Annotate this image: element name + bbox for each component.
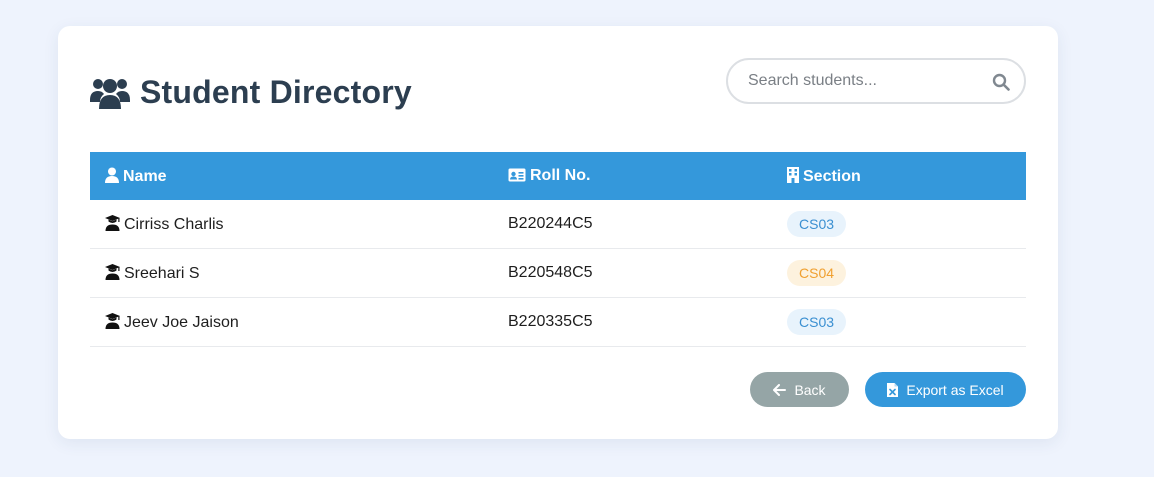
search-icon[interactable] — [992, 73, 1010, 91]
back-button[interactable]: Back — [750, 372, 849, 407]
export-excel-button[interactable]: Export as Excel — [865, 372, 1026, 407]
title-row: Student Directory — [90, 74, 412, 111]
column-header-roll-label: Roll No. — [530, 167, 591, 184]
students-table: Name Roll No. Section Cirriss Charlis B2… — [90, 152, 1026, 347]
column-header-section-label: Section — [803, 167, 861, 185]
back-button-label: Back — [794, 381, 826, 398]
user-icon — [105, 167, 119, 183]
graduate-icon — [105, 214, 120, 231]
roll-number-cell: B220335C5 — [493, 297, 772, 347]
student-name-cell: Sreehari S — [90, 248, 493, 298]
student-name: Cirriss Charlis — [124, 215, 224, 233]
section-cell: CS03 — [772, 200, 1026, 249]
section-cell: CS04 — [772, 248, 1026, 298]
column-header-name-label: Name — [123, 167, 167, 185]
student-name-cell: Cirriss Charlis — [90, 200, 493, 249]
building-icon — [787, 166, 799, 183]
excel-file-icon — [887, 382, 899, 397]
column-header-section[interactable]: Section — [772, 152, 1026, 200]
student-name: Sreehari S — [124, 264, 200, 282]
roll-number-cell: B220548C5 — [493, 248, 772, 298]
section-badge: CS04 — [787, 260, 847, 286]
student-name: Jeev Joe Jaison — [124, 313, 239, 331]
table-row[interactable]: Cirriss Charlis B220244C5 CS03 — [90, 200, 1026, 249]
table-row[interactable]: Jeev Joe Jaison B220335C5 CS03 — [90, 297, 1026, 347]
section-badge: CS03 — [787, 211, 847, 237]
table-header-row: Name Roll No. Section — [90, 152, 1026, 200]
export-button-label: Export as Excel — [906, 381, 1004, 398]
roll-number-cell: B220244C5 — [493, 200, 772, 249]
graduate-icon — [105, 312, 120, 329]
graduate-icon — [105, 263, 120, 280]
users-icon — [90, 78, 130, 109]
student-name-cell: Jeev Joe Jaison — [90, 297, 493, 347]
search-input[interactable] — [748, 60, 978, 102]
section-cell: CS03 — [772, 297, 1026, 347]
column-header-roll[interactable]: Roll No. — [493, 152, 772, 200]
section-badge: CS03 — [787, 309, 847, 335]
arrow-left-icon — [773, 383, 787, 396]
search-box[interactable] — [726, 58, 1026, 104]
table-row[interactable]: Sreehari S B220548C5 CS04 — [90, 248, 1026, 298]
column-header-name[interactable]: Name — [90, 152, 493, 200]
page-title: Student Directory — [140, 74, 412, 110]
id-card-icon — [508, 168, 526, 182]
student-directory-card: Student Directory Name — [58, 26, 1058, 439]
